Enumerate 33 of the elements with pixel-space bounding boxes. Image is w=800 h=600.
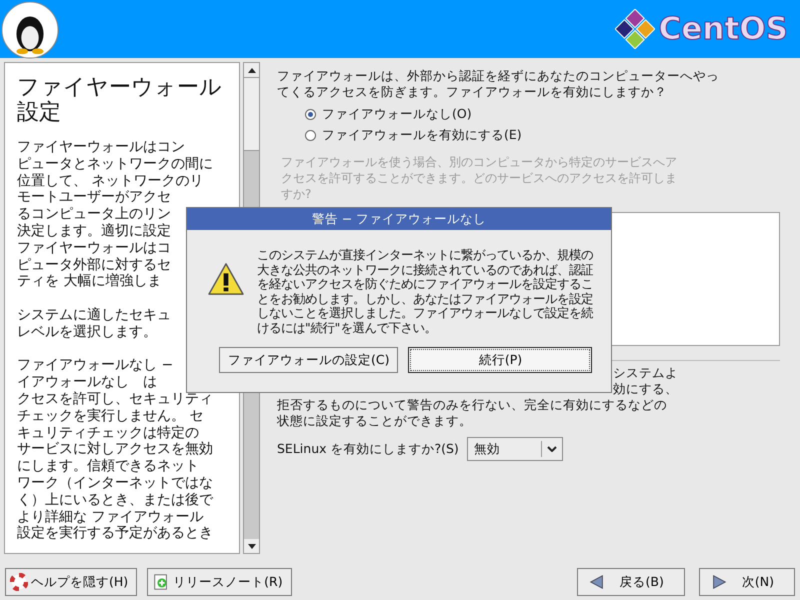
help-text-line: ファイアウォールなし −: [17, 357, 174, 374]
help-text-line: にします。信頼できるネット: [17, 458, 199, 475]
selinux-text-line: 効にする、: [613, 381, 678, 397]
brand-name: CentOS: [658, 11, 788, 47]
help-text-line: 位置して、 ネットワークのリ: [17, 172, 204, 190]
help-text-line: ファイヤーウォールはコ: [17, 240, 171, 257]
help-text-line: ピュータとネットワークの間に: [17, 156, 213, 173]
help-text-line: 設定を実行する予定があるとき: [17, 525, 213, 542]
help-text-line: システムに適したセキュ: [17, 306, 171, 324]
help-text-line: 決定します。適切に設定: [17, 222, 171, 240]
selinux-text-line: 拒否するものについて警告のみを行ない、完全に有効にするなどの: [277, 397, 667, 413]
services-hint: ファイアウォールを使う場合、別のコンピュータから特定のサービスへアクセスを許可することができます。どのサービスへのアクセスを許可しますか?: [281, 154, 678, 202]
help-text-line: より詳細な ファイアウォール: [17, 508, 204, 525]
help-text-line: ピュータ外部に対するセ: [17, 256, 171, 273]
help-text-line: サービスに対しアクセスを無効: [17, 441, 213, 458]
help-text-line: クセスを許可し、セキュリティ: [17, 390, 213, 408]
selinux-text-line: 状態に設定することができます。: [277, 413, 472, 429]
dialog-message: このシステムが直接インターネットに繋がっているか、規模の大きな公共のネットワークに接続されているのであれば、認証を経ないアクセスを防ぐためにファイアウォールを設定することをお勧めします。しかし、あなたはファイアウォールを設定しないことを選択しました。ファイアウォールなしで設定を続けるには"続行"を選んで下さい。: [257, 248, 594, 335]
selinux-text-line: システムよ: [613, 365, 678, 381]
help-text-line: ワーク（インターネットではな: [17, 474, 213, 492]
selinux-label: SELinux を有効にしますか?(S): [277, 440, 459, 458]
dialog-title: 警告 − ファイアウォールなし: [187, 208, 611, 230]
help-text-line: く）上にいるとき、または後で: [17, 492, 213, 509]
firewall-question: ファイアウォールは、外部から認証を経ずにあなたのコンピューターへやってくるアクセスを防ぎます。ファイアウォールを有効にしますか？: [277, 68, 720, 100]
help-text-line: ファイヤーウォールはコン: [17, 139, 185, 156]
help-title: ファイヤーウォール設定: [17, 75, 223, 125]
help-text-line: キュリティチェックは特定の: [17, 424, 199, 441]
help-text-line: ティを 大幅に増強しま: [17, 273, 162, 290]
help-text-line: るコンピュータ上のリン: [17, 206, 171, 223]
help-text-line: チェックを実行しません。 セ: [17, 408, 204, 425]
help-text-line: レベルを選択します。: [17, 324, 157, 341]
help-text-line: イアウォールなし は: [17, 374, 157, 391]
help-text-line: モートユーザーがアクセ: [17, 189, 171, 206]
